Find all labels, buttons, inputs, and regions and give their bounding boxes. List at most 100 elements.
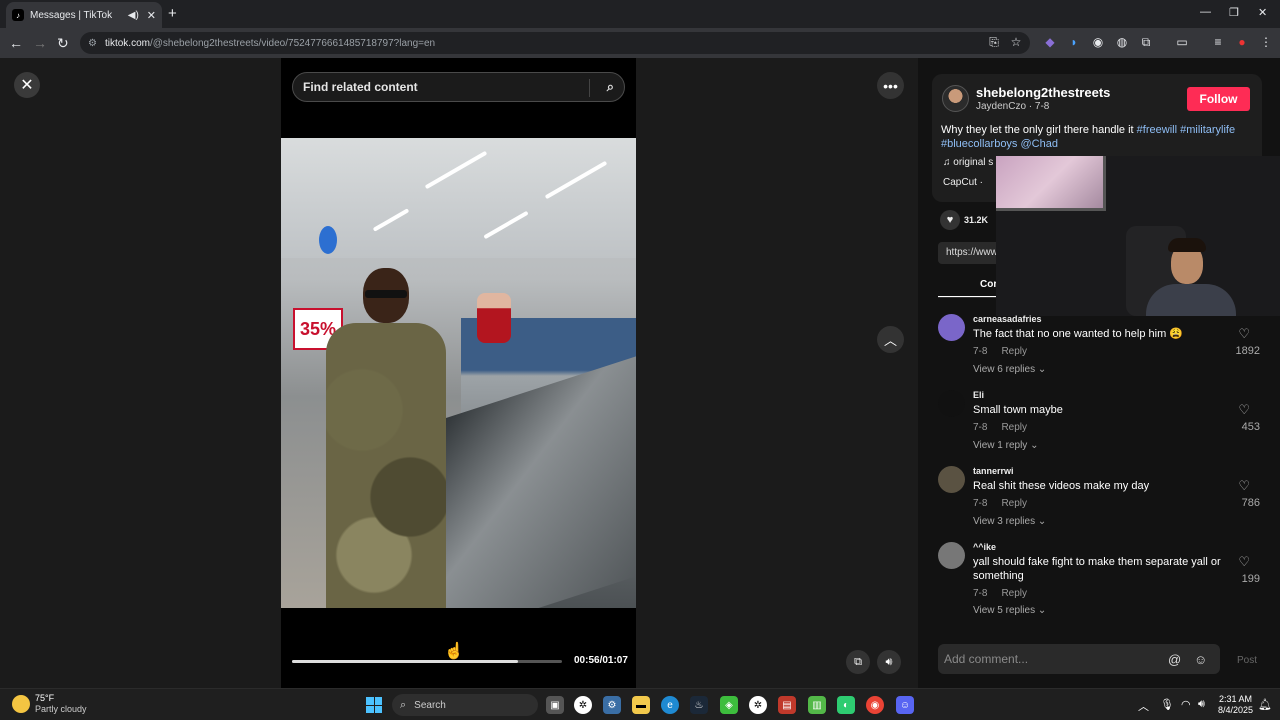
post-button[interactable]: Post [1237,655,1257,666]
back-icon[interactable]: ← [9,35,23,51]
comment-avatar[interactable] [938,314,965,341]
restore-icon[interactable]: ❐ [1229,6,1239,19]
more-options-button[interactable]: ••• [877,72,904,99]
forward-icon[interactable]: → [33,35,47,51]
news-app-icon[interactable]: ▤ [778,696,796,714]
steam-icon[interactable]: ♨ [690,696,708,714]
capcut-link[interactable]: CapCut · [943,177,983,188]
extension-1-icon[interactable]: ◆ [1042,34,1058,50]
install-icon[interactable]: ⎘ [986,34,1002,50]
extension-2-icon[interactable]: ◗ [1066,34,1082,50]
close-window-icon[interactable]: ✕ [1258,6,1267,19]
discord-icon[interactable]: ☺ [896,696,914,714]
follow-button[interactable]: Follow [1187,87,1250,111]
view-replies-button[interactable]: View 5 replies ⌄ [973,605,1046,616]
site-info-icon[interactable]: ⚙ [88,38,97,49]
wifi-icon[interactable]: ◠ [1181,698,1191,711]
comment-username[interactable]: ^^ike [973,542,996,552]
reply-button[interactable]: Reply [1001,346,1027,357]
address-bar[interactable]: ⚙ tiktok.com/@shebelong2thestreets/video… [80,32,1030,54]
new-tab-icon[interactable]: + [168,5,177,22]
comment-item: carneasadafries The fact that no one wan… [938,314,1268,378]
view-replies-button[interactable]: View 3 replies ⌄ [973,516,1046,527]
profile-avatar-icon[interactable]: ● [1234,34,1250,50]
comment-avatar[interactable] [938,466,965,493]
close-tab-icon[interactable]: ✕ [147,9,156,22]
comment-heart-icon[interactable]: ♡ [1238,554,1250,570]
comment-like-count: 453 [1241,421,1260,433]
chatgpt-icon[interactable]: ✲ [574,696,592,714]
related-search-input[interactable]: Find related content ⌕ [292,72,625,102]
hashtag-link[interactable]: #militarylife [1180,124,1235,136]
pip-button[interactable]: ⧉ [846,650,870,674]
comment-text: The fact that no one wanted to help him … [973,328,1183,340]
menu-kebab-icon[interactable]: ⋮ [1258,34,1274,50]
bookmark-star-icon[interactable]: ☆ [1008,34,1024,50]
system-clock[interactable]: 2:31 AM 8/4/2025 [1218,694,1253,716]
comment-avatar[interactable] [938,390,965,417]
comment-heart-icon[interactable]: ♡ [1238,326,1250,342]
comment-meta: 7-8 Reply [973,346,1041,357]
comment-heart-icon[interactable]: ♡ [1238,402,1250,418]
reply-button[interactable]: Reply [1001,498,1027,509]
video-frame[interactable]: 35% [281,138,636,608]
browser-tab[interactable]: ♪ Messages | TikTok ◀︎) ✕ [6,2,162,28]
windows-start-icon[interactable] [366,697,382,713]
author-username[interactable]: shebelong2thestreets [976,85,1110,100]
app-icon[interactable]: ✲ [749,696,767,714]
android-app-icon[interactable]: ◐ [837,696,855,714]
author-avatar[interactable] [942,85,969,112]
media-control-icon[interactable]: ≡ [1210,34,1226,50]
extension-3-icon[interactable]: ◉ [1090,34,1106,50]
reply-button[interactable]: Reply [1001,588,1027,599]
microphone-icon[interactable]: 🎙︎ [1160,698,1174,711]
comment-username[interactable]: tannerrwi [973,466,1014,476]
edge-icon[interactable]: e [661,696,679,714]
clock-date: 8/4/2025 [1218,705,1254,715]
volume-tray-icon[interactable]: 🔊︎ [1198,698,1205,711]
browser-tabbar: ♪ Messages | TikTok ◀︎) ✕ + — ❐ ✕ [0,0,1280,28]
view-replies-button[interactable]: View 1 reply ⌄ [973,440,1038,451]
mention-link[interactable]: @Chad [1021,138,1058,150]
view-replies-button[interactable]: View 6 replies ⌄ [973,364,1046,375]
tab-comments[interactable]: Cor [980,279,997,290]
like-button[interactable]: ♥ [940,210,960,230]
task-view-icon[interactable]: ▣ [546,696,564,714]
hashtag-link[interactable]: #freewill [1137,124,1177,136]
comment-meta: 7-8 Reply [973,422,1041,433]
xbox-app-icon[interactable]: ◈ [720,696,738,714]
taskbar-search[interactable]: ⌕ Search [392,694,538,716]
balloon [319,226,337,254]
mention-icon[interactable]: @ [1168,652,1181,667]
windows-taskbar: 75°F Partly cloudy ⌕ Search ▣ ✲ ⚙ ▬ e ♨ … [0,688,1280,720]
comment-like-count: 199 [1241,573,1260,585]
reload-icon[interactable]: ↻ [57,35,69,52]
reply-button[interactable]: Reply [1001,422,1027,433]
extensions-puzzle-icon[interactable]: ⧉ [1138,34,1154,50]
notes-app-icon[interactable]: ▥ [808,696,826,714]
minimize-icon[interactable]: — [1200,6,1211,18]
sidepanel-icon[interactable]: ▭ [1174,34,1190,50]
extension-4-icon[interactable]: ◍ [1114,34,1130,50]
notification-icon[interactable]: 🔔︎ [1258,698,1272,711]
hashtag-link[interactable]: #bluecollarboys [941,138,1017,150]
comment-username[interactable]: Eli [973,390,984,400]
emoji-icon[interactable]: ☺ [1194,652,1207,667]
previous-video-button[interactable]: ︿ [877,326,904,353]
weather-widget[interactable]: 75°F Partly cloudy [12,693,87,715]
close-video-button[interactable]: ✕ [14,72,40,98]
like-count: 31.2K [964,215,989,225]
tray-chevron-icon[interactable]: ︿ [1138,698,1149,714]
comment-avatar[interactable] [938,542,965,569]
file-explorer-icon[interactable]: ▬ [632,696,650,714]
comment-heart-icon[interactable]: ♡ [1238,478,1250,494]
comment-meta: 7-8 Reply [973,498,1041,509]
search-icon[interactable]: ⌕ [607,79,614,95]
music-link[interactable]: ♫ original s [943,157,993,168]
comment-username[interactable]: carneasadafries [973,314,1042,324]
progress-bar[interactable] [292,660,562,663]
volume-button[interactable]: 🔊︎ [877,650,901,674]
settings-icon[interactable]: ⚙ [603,696,621,714]
speaker-icon[interactable]: ◀︎) [128,10,139,21]
chrome-icon[interactable]: ◉ [866,696,884,714]
